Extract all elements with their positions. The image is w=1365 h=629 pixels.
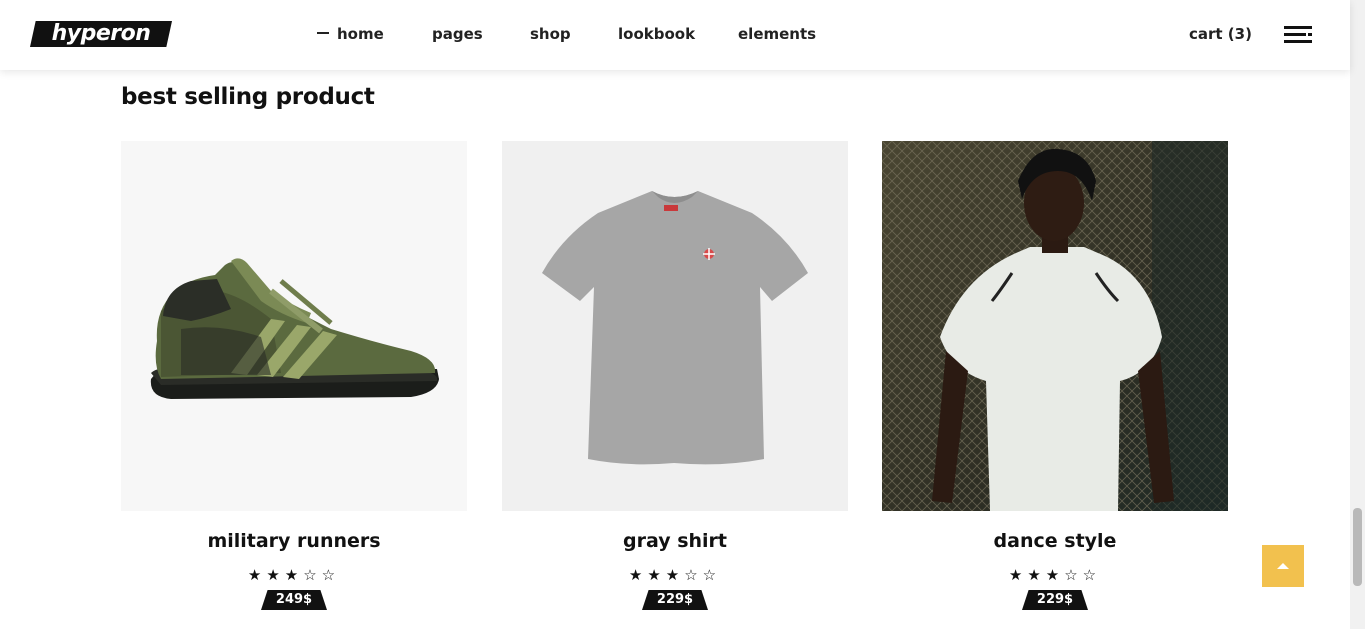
nav-item-shop[interactable]: shop xyxy=(530,25,571,43)
cart-link[interactable]: cart (3) xyxy=(1189,25,1252,43)
rating-stars: ★★★☆☆ xyxy=(628,566,722,584)
arrow-up-icon xyxy=(1277,563,1289,569)
shirt-image xyxy=(542,191,808,465)
site-header: hyperon home pages shop lookbook element… xyxy=(0,0,1350,70)
section-title: best selling product xyxy=(121,84,375,110)
scrollbar[interactable] xyxy=(1350,0,1365,629)
rating-stars: ★★★☆☆ xyxy=(247,566,341,584)
price-badge: 229$ xyxy=(1022,590,1088,610)
model-photo xyxy=(882,141,1228,511)
product-name[interactable]: gray shirt xyxy=(502,530,848,552)
product-card[interactable]: gray shirt ★★★☆☆ 229$ xyxy=(502,141,848,610)
product-card[interactable]: military runners ★★★☆☆ 249$ xyxy=(121,141,467,610)
nav-item-elements[interactable]: elements xyxy=(738,25,816,43)
sneaker-image xyxy=(150,258,440,399)
product-image[interactable] xyxy=(121,141,467,511)
scrollbar-thumb[interactable] xyxy=(1353,508,1362,586)
nav-item-home[interactable]: home xyxy=(317,25,384,43)
logo-text: hyperon xyxy=(51,21,151,46)
product-card[interactable]: dance style ★★★☆☆ 229$ xyxy=(882,141,1228,610)
rating-stars: ★★★☆☆ xyxy=(1008,566,1102,584)
price-badge: 249$ xyxy=(261,590,327,610)
product-name[interactable]: dance style xyxy=(882,530,1228,552)
logo[interactable]: hyperon xyxy=(30,21,172,47)
nav-label: home xyxy=(337,25,384,43)
active-indicator xyxy=(317,31,329,34)
price-badge: 229$ xyxy=(642,590,708,610)
product-image[interactable] xyxy=(502,141,848,511)
back-to-top-button[interactable] xyxy=(1262,545,1304,587)
product-image[interactable] xyxy=(882,141,1228,511)
product-name[interactable]: military runners xyxy=(121,530,467,552)
nav-item-lookbook[interactable]: lookbook xyxy=(618,25,695,43)
nav-item-pages[interactable]: pages xyxy=(432,25,483,43)
menu-icon[interactable] xyxy=(1284,26,1312,44)
